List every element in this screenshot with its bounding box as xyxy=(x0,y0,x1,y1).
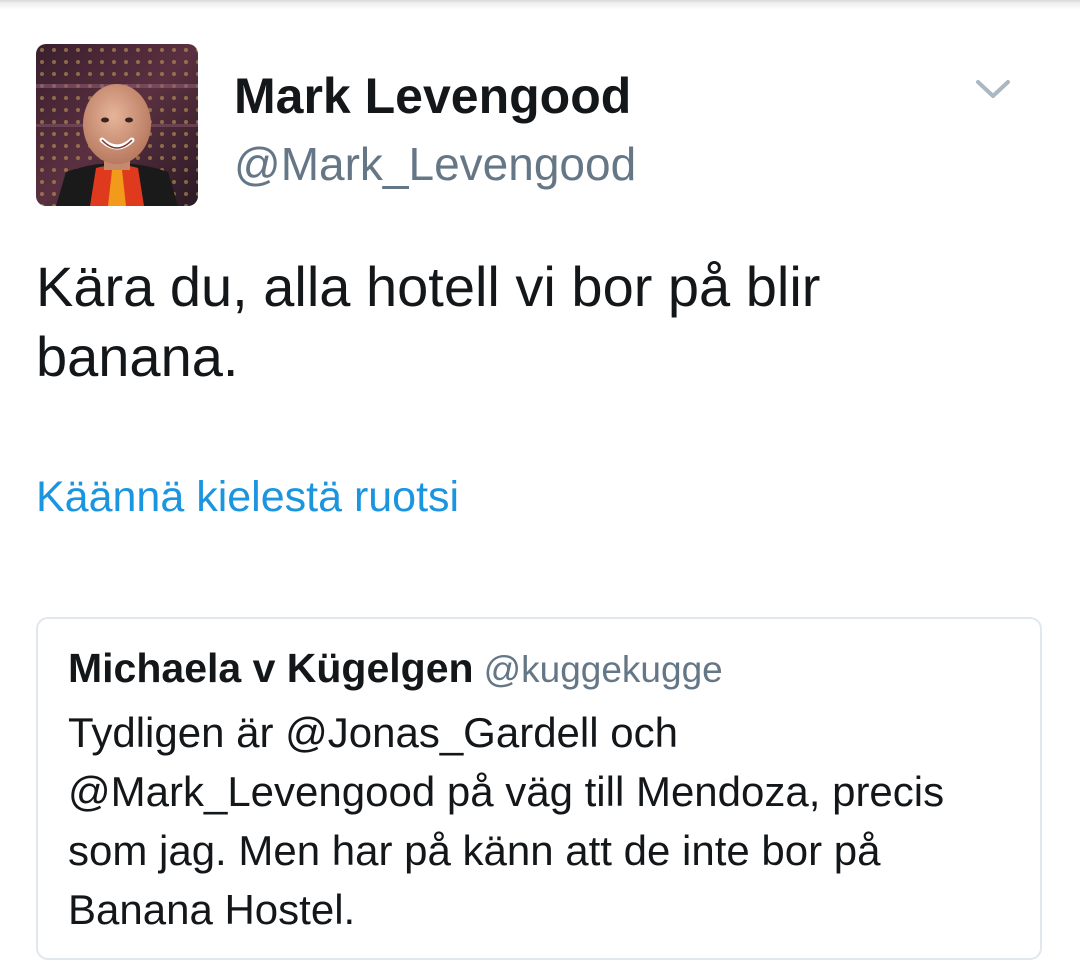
tweet-text: Kära du, alla hotell vi bor på blir bana… xyxy=(36,255,821,388)
author-name[interactable]: Mark Levengood xyxy=(234,66,631,126)
translate-link[interactable]: Käännä kielestä ruotsi xyxy=(36,470,459,524)
author-handle[interactable]: @Mark_Levengood xyxy=(234,136,636,192)
quoted-author-handle: @kuggekugge xyxy=(483,649,723,690)
quoted-tweet-text: Tydligen är @Jonas_Gardell och @Mark_Lev… xyxy=(68,709,945,933)
tweet: Mark Levengood @Mark_Levengood Kära du, … xyxy=(0,0,1080,980)
avatar[interactable] xyxy=(36,44,198,206)
quoted-tweet-header: Michaela v Kügelgen @kuggekugge xyxy=(68,643,723,703)
quoted-author-name: Michaela v Kügelgen xyxy=(68,645,474,691)
chevron-down-icon[interactable] xyxy=(970,72,1016,108)
avatar-image xyxy=(36,44,198,206)
quoted-tweet-card[interactable]: Michaela v Kügelgen @kuggekugge Tydligen … xyxy=(36,617,1042,960)
